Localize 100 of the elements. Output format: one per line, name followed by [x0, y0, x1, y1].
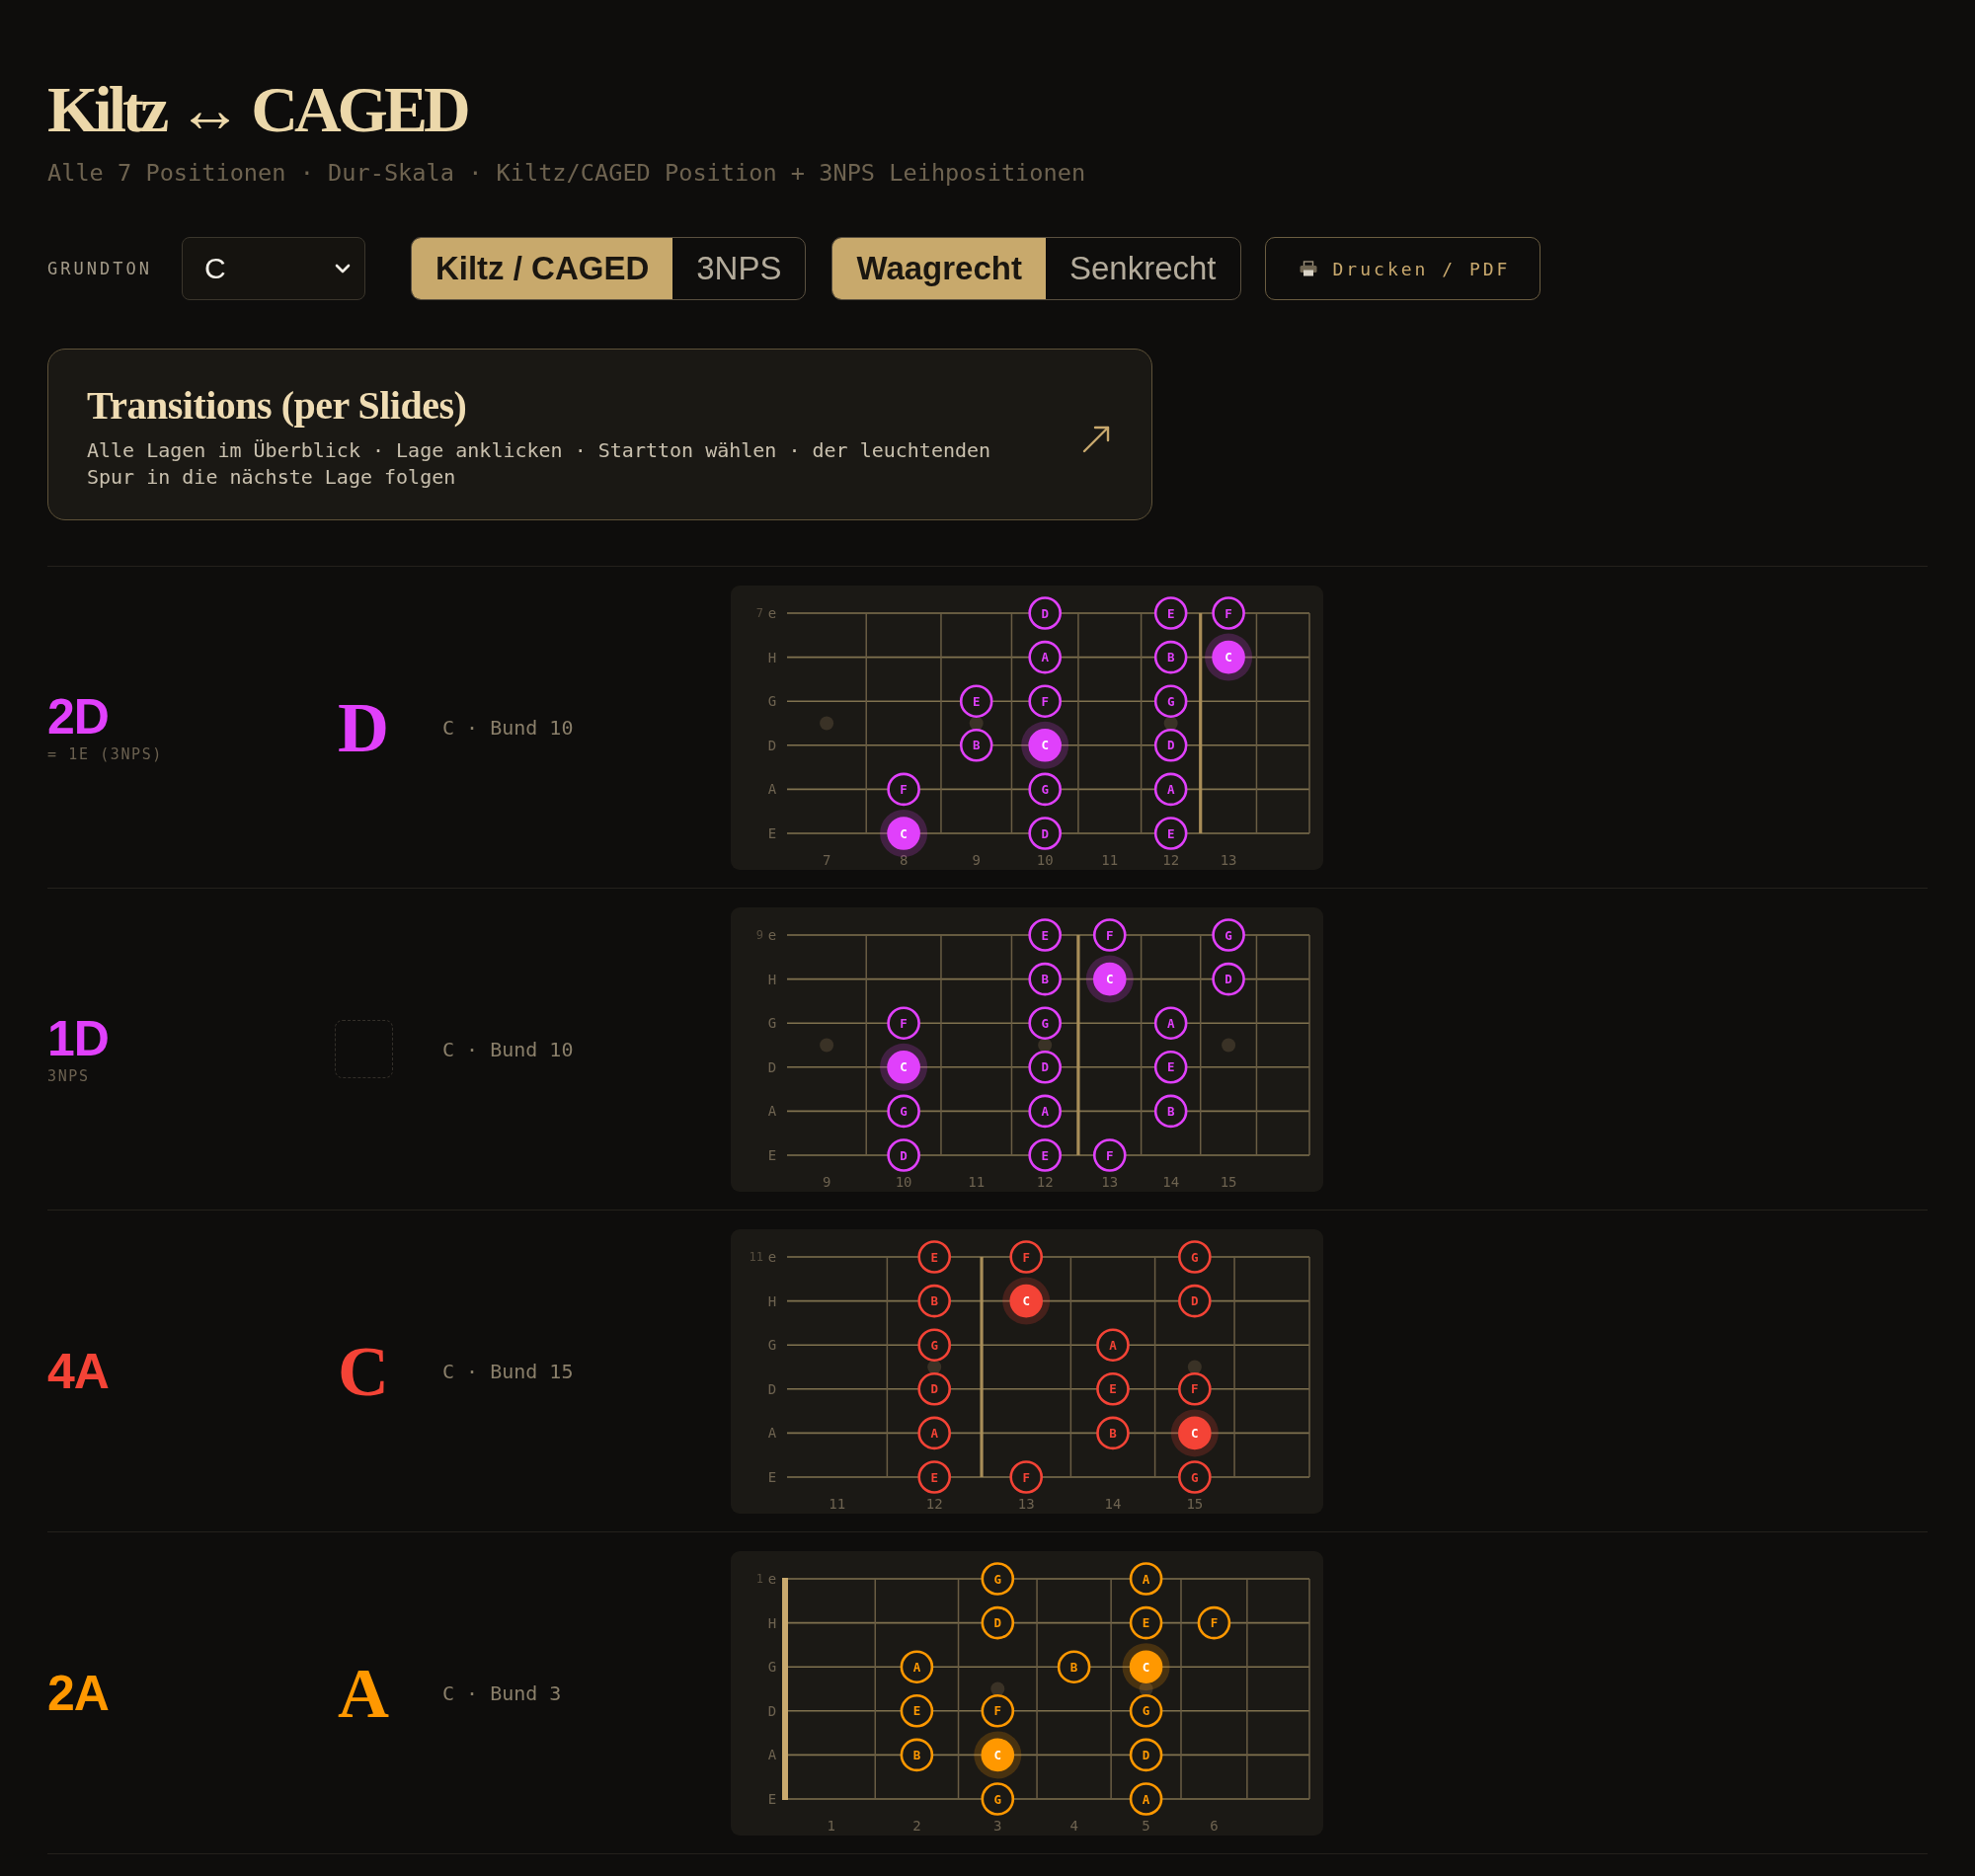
string-label: E	[767, 1146, 777, 1163]
root-note-marker: C	[1205, 633, 1253, 681]
fret-number: 13	[1101, 1173, 1119, 1190]
note-marker: D	[1129, 1738, 1163, 1771]
note-marker: D	[1212, 962, 1245, 995]
string-label: E	[767, 1468, 777, 1485]
note-marker: A	[1028, 640, 1062, 673]
fret-number: 12	[925, 1495, 943, 1512]
orientation-tab[interactable]: Waagrecht	[832, 238, 1046, 299]
note-marker: E	[900, 1693, 934, 1728]
root-note-marker: C	[1085, 955, 1134, 1003]
note-marker: F	[1009, 1239, 1043, 1274]
position-label: 2A	[47, 1667, 109, 1719]
note-marker: E	[917, 1239, 951, 1274]
string-label: G	[767, 1014, 777, 1031]
fret-number: 2	[912, 1817, 921, 1834]
orientation-tab[interactable]: Senkrecht	[1045, 238, 1240, 299]
string-label: D	[767, 1058, 777, 1075]
string-label: H	[767, 649, 777, 664]
root-fret-label: C · Bund 10	[442, 1037, 574, 1061]
note-marker: G	[1153, 683, 1188, 718]
note-marker: F	[1092, 917, 1127, 952]
note-marker: F	[887, 772, 920, 806]
root-note-marker: C	[1170, 1408, 1219, 1456]
fret-number: 11	[1101, 851, 1119, 868]
empty-shape-slot	[334, 1020, 393, 1078]
string-label: e	[767, 926, 777, 943]
fret-number: 7	[822, 851, 831, 868]
string-label: H	[767, 971, 777, 986]
root-fret-label: C · Bund 10	[442, 715, 574, 740]
fret-number: 12	[1162, 851, 1180, 868]
start-fret-number: 11	[749, 1249, 763, 1264]
note-marker: G	[1178, 1459, 1212, 1494]
fret-number: 3	[993, 1817, 1002, 1834]
string-label: G	[767, 1658, 777, 1675]
note-marker: F	[981, 1693, 1015, 1728]
card-description: Alle Lagen im Überblick · Lage anklicken · Startton wählen · der leuchtenden Spur in die nächste Lage folgen	[87, 437, 992, 491]
fret-number: 9	[822, 1173, 831, 1190]
string-label: G	[767, 1336, 777, 1353]
position-note: 3NPS	[47, 1065, 90, 1086]
system-tab[interactable]: 3NPS	[672, 238, 806, 299]
note-marker: A	[1129, 1781, 1163, 1816]
note-marker: E	[1096, 1371, 1130, 1406]
fret-number: 12	[1036, 1173, 1054, 1190]
string-label: D	[767, 1380, 777, 1397]
print-button[interactable]: Drucken / PDF	[1264, 237, 1541, 300]
printer-icon	[1299, 261, 1317, 276]
note-marker: B	[1028, 962, 1062, 995]
chevron-down-icon	[334, 264, 351, 274]
fret-number: 5	[1142, 1817, 1150, 1834]
arrow-up-right-icon	[1082, 426, 1110, 453]
note-marker: B	[959, 728, 993, 762]
note-marker: E	[959, 683, 993, 718]
system-tab[interactable]: Kiltz / CAGED	[411, 238, 673, 299]
position-label: 4A	[47, 1345, 109, 1397]
note-marker: E	[917, 1459, 951, 1494]
string-label: H	[767, 1292, 777, 1308]
fret-number: 10	[895, 1173, 912, 1190]
shape-letter: D	[338, 689, 389, 765]
note-marker: A	[900, 1649, 934, 1683]
fret-number: 9	[972, 851, 981, 868]
note-marker: F	[1212, 595, 1245, 630]
string-label: G	[767, 692, 777, 709]
shape-letter: A	[338, 1655, 389, 1731]
fret-number: 6	[1210, 1817, 1219, 1834]
fret-number: 11	[829, 1495, 846, 1512]
note-marker: A	[1153, 772, 1188, 806]
note-marker: E	[1028, 917, 1062, 952]
note-marker: G	[1129, 1693, 1163, 1728]
string-label: E	[767, 824, 777, 841]
note-marker: D	[1028, 595, 1062, 630]
note-marker: D	[1028, 1050, 1062, 1084]
note-marker: E	[1028, 1137, 1062, 1172]
start-fret-number: 9	[755, 927, 763, 942]
note-marker: F	[887, 1005, 920, 1040]
string-label: e	[767, 604, 777, 621]
fret-number: 4	[1069, 1817, 1078, 1834]
note-marker: G	[1212, 917, 1245, 952]
note-marker: B	[1096, 1416, 1130, 1449]
fret-number: 14	[1104, 1495, 1122, 1512]
note-marker: B	[1057, 1649, 1091, 1683]
note-marker: F	[1009, 1459, 1043, 1494]
root-note-marker: C	[880, 1043, 928, 1091]
note-marker: D	[1153, 728, 1188, 762]
fret-number: 15	[1220, 1173, 1237, 1190]
string-label: D	[767, 1702, 777, 1719]
root-note-select[interactable]: C	[181, 237, 365, 300]
shape-letter: C	[338, 1333, 389, 1409]
page-subtitle: Alle 7 Positionen · Dur-Skala · Kiltz/CAGED Position + 3NPS Leihpositionen	[47, 158, 1087, 188]
note-marker: G	[981, 1781, 1015, 1816]
root-note-marker: C	[1002, 1277, 1051, 1325]
string-label: A	[767, 1102, 777, 1119]
note-marker: G	[1028, 1005, 1062, 1040]
note-marker: A	[1129, 1561, 1163, 1596]
note-marker: A	[917, 1416, 951, 1449]
transitions-card[interactable]: Transitions (per Slides) Alle Lagen im Überblick · Lage anklicken · Startton wählen · der leuchtenden Spur in die nächste Lage folgen	[47, 349, 1152, 520]
string-label: D	[767, 737, 777, 753]
root-fret-label: C · Bund 3	[442, 1681, 562, 1705]
fret-number: 11	[968, 1173, 986, 1190]
start-fret-number: 1	[755, 1571, 763, 1586]
